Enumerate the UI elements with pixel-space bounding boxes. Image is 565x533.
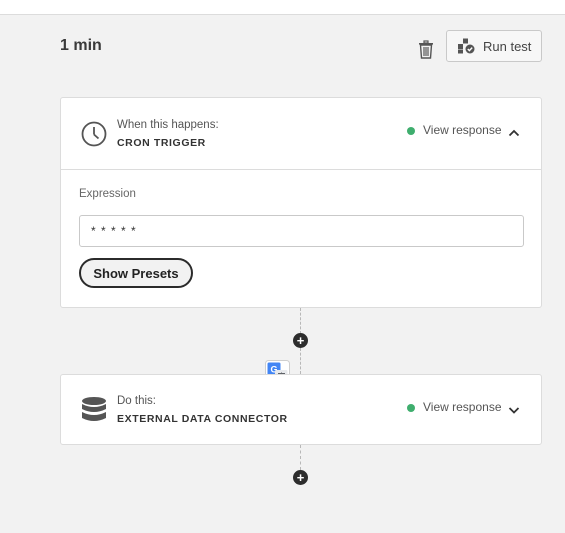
step-name: EXTERNAL DATA CONNECTOR	[117, 413, 288, 425]
clock-icon	[81, 121, 107, 147]
expression-input[interactable]	[79, 215, 524, 247]
step-header[interactable]: Do this: EXTERNAL DATA CONNECTOR View re…	[61, 375, 541, 447]
step-name: CRON TRIGGER	[117, 137, 206, 149]
database-icon	[82, 397, 106, 421]
page-title: 1 min	[60, 37, 102, 54]
trash-icon	[419, 39, 433, 59]
add-step-button[interactable]: +	[293, 470, 308, 485]
show-presets-button[interactable]: Show Presets	[79, 258, 193, 288]
top-bar	[0, 0, 565, 15]
view-response-link[interactable]: View response	[423, 123, 502, 137]
run-test-icon	[458, 38, 475, 54]
status-dot	[407, 127, 415, 135]
run-test-button[interactable]: Run test	[446, 30, 542, 62]
step-label: When this happens:	[117, 119, 219, 131]
step-header[interactable]: When this happens: CRON TRIGGER View res…	[61, 98, 541, 170]
expression-label: Expression	[79, 188, 136, 200]
connector-line	[300, 445, 301, 470]
add-step-button[interactable]: +	[293, 333, 308, 348]
run-test-label: Run test	[483, 38, 532, 54]
chevron-up-icon[interactable]	[507, 126, 521, 140]
view-response-link[interactable]: View response	[423, 400, 502, 414]
plus-icon: +	[296, 333, 305, 348]
step-label: Do this:	[117, 395, 156, 407]
plus-icon: +	[296, 470, 305, 485]
status-dot	[407, 404, 415, 412]
chevron-down-icon[interactable]	[507, 403, 521, 417]
step-card-external-data-connector: Do this: EXTERNAL DATA CONNECTOR View re…	[60, 374, 542, 445]
connector-line	[300, 308, 301, 334]
delete-button[interactable]	[416, 38, 436, 60]
step-card-cron-trigger: When this happens: CRON TRIGGER View res…	[60, 97, 542, 308]
connector-line	[300, 348, 301, 374]
